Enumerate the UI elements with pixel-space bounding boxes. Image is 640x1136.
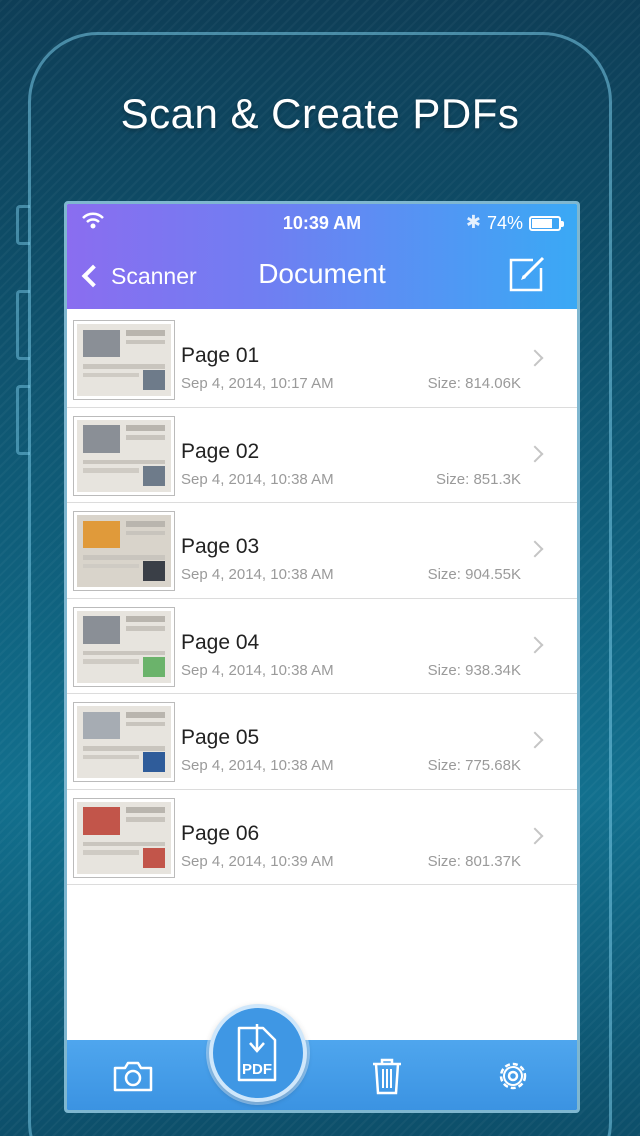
- chevron-right-icon: [526, 445, 544, 462]
- page-date: Sep 4, 2014, 10:38 AM: [181, 661, 334, 679]
- page-size: Size: 851.3K: [435, 470, 521, 488]
- page-title-label: Page 03: [181, 535, 260, 558]
- marketing-headline: Scan & Create PDFs: [120, 90, 520, 137]
- page-title-label: Page 04: [181, 630, 260, 654]
- list-item[interactable]: Page 04 Sep 4, 2014, 10:38 AM Size: 938.…: [67, 599, 577, 694]
- page-thumbnail: [73, 415, 175, 496]
- gear-icon[interactable]: [491, 1056, 535, 1096]
- page-list: Page 01 Sep 4, 2014, 10:17 AM Size: 814.…: [67, 312, 577, 885]
- page-title-label: Page 05: [181, 726, 260, 749]
- status-bar: 10:39 AM ✱ 74%: [67, 212, 577, 236]
- chevron-right-icon: [526, 636, 544, 653]
- create-pdf-button[interactable]: PDF: [209, 1004, 307, 1102]
- page-thumbnail: [73, 606, 175, 687]
- app-screen: 10:39 AM ✱ 74% Scanner Document Page 01 …: [64, 201, 580, 1113]
- trash-icon[interactable]: [365, 1056, 409, 1096]
- phone-volume-up: [16, 290, 30, 360]
- list-item[interactable]: Page 03 Sep 4, 2014, 10:38 AM Size: 904.…: [67, 503, 577, 599]
- list-item[interactable]: Page 02 Sep 4, 2014, 10:38 AM Size: 851.…: [67, 408, 577, 503]
- page-title: Document: [258, 258, 386, 289]
- page-thumbnail: [73, 320, 175, 400]
- chevron-right-icon: [526, 731, 544, 749]
- chevron-right-icon: [526, 827, 544, 844]
- page-thumbnail: [73, 797, 175, 878]
- page-title-label: Page 06: [181, 821, 260, 845]
- camera-icon[interactable]: [111, 1056, 155, 1096]
- chevron-right-icon: [526, 540, 544, 558]
- page-size: Size: 775.68K: [427, 757, 521, 774]
- phone-side-button: [16, 205, 30, 245]
- page-date: Sep 4, 2014, 10:39 AM: [181, 852, 334, 870]
- page-date: Sep 4, 2014, 10:17 AM: [181, 375, 334, 392]
- bluetooth-icon: ✱: [465, 212, 481, 232]
- chevron-right-icon: [526, 349, 544, 367]
- page-date: Sep 4, 2014, 10:38 AM: [181, 470, 334, 488]
- list-item[interactable]: Page 01 Sep 4, 2014, 10:17 AM Size: 814.…: [67, 312, 577, 408]
- page-size: Size: 938.34K: [427, 661, 521, 679]
- battery-icon: [529, 216, 564, 231]
- list-item[interactable]: Page 06 Sep 4, 2014, 10:39 AM Size: 801.…: [67, 790, 577, 885]
- page-thumbnail: [73, 511, 175, 591]
- pdf-label: PDF: [242, 1061, 272, 1078]
- navigation-bar: 10:39 AM ✱ 74% Scanner Document: [67, 204, 577, 309]
- page-size: Size: 814.06K: [427, 375, 521, 392]
- compose-icon[interactable]: [507, 254, 547, 294]
- pdf-export-icon: PDF: [237, 1024, 277, 1082]
- page-size: Size: 904.55K: [427, 566, 521, 583]
- page-date: Sep 4, 2014, 10:38 AM: [181, 566, 334, 583]
- page-thumbnail: [73, 702, 175, 782]
- phone-volume-down: [16, 385, 30, 455]
- bottom-toolbar: [67, 1040, 577, 1110]
- page-title-label: Page 01: [181, 344, 260, 367]
- page-date: Sep 4, 2014, 10:38 AM: [181, 757, 334, 774]
- battery-percentage: 74%: [486, 213, 523, 233]
- page-title-label: Page 02: [181, 439, 260, 463]
- list-item[interactable]: Page 05 Sep 4, 2014, 10:38 AM Size: 775.…: [67, 694, 577, 790]
- page-size: Size: 801.37K: [427, 852, 521, 870]
